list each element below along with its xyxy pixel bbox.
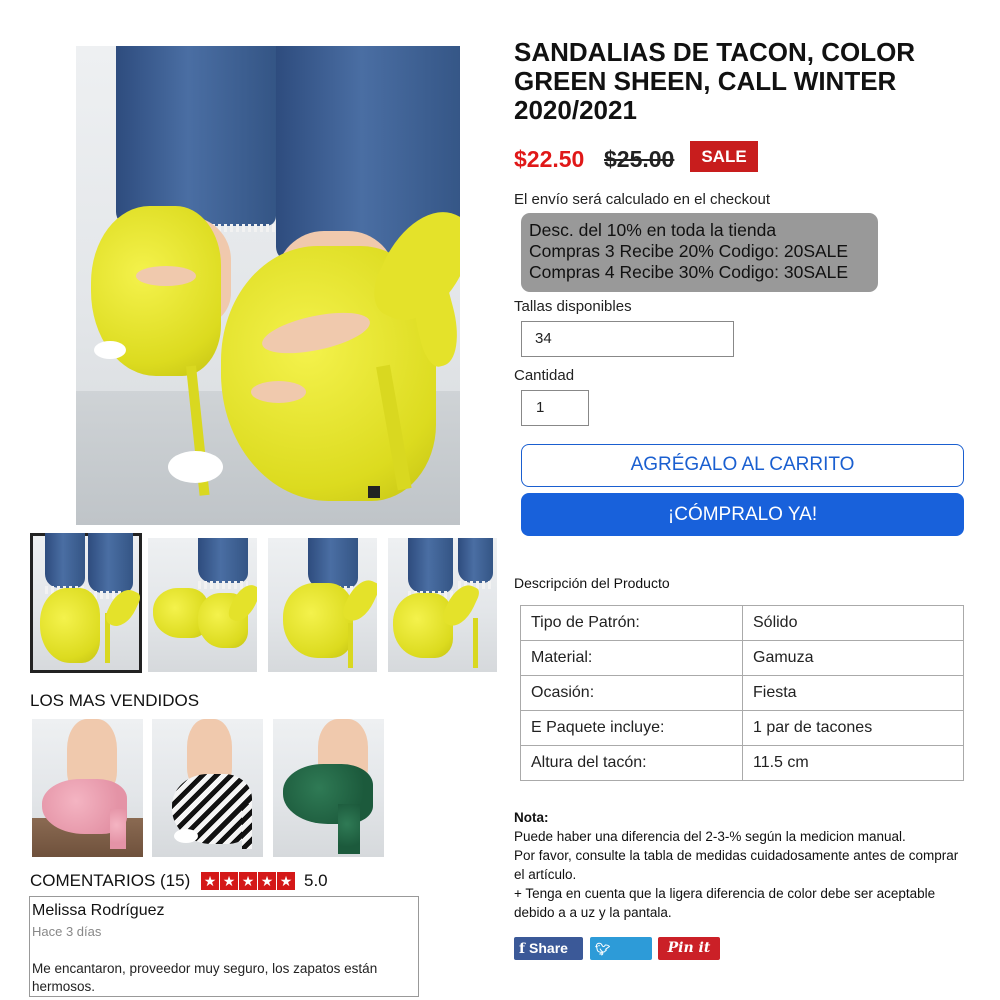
reviews-heading: COMENTARIOS (15): [30, 871, 191, 890]
note-line: + Tenga en cuenta que la ligera diferenc…: [514, 886, 936, 920]
size-select[interactable]: 34: [521, 321, 734, 357]
spec-value: Fiesta: [742, 675, 964, 711]
table-row: Ocasión: Fiesta: [520, 675, 964, 711]
star-icon: ★: [239, 872, 257, 890]
thumbnail-1[interactable]: [30, 533, 142, 673]
review-date: Hace 3 días: [32, 924, 102, 939]
thumbnail-3[interactable]: [268, 538, 377, 672]
rating-value: 5.0: [304, 871, 328, 890]
description-heading: Descripción del Producto: [514, 575, 670, 591]
specs-table: Tipo de Patrón: Sólido Material: Gamuza …: [520, 605, 964, 781]
rating-stars: ★ ★ ★ ★ ★: [201, 872, 295, 890]
note-block: Nota: Puede haber una diferencia del 2-3…: [514, 808, 964, 922]
table-row: Material: Gamuza: [520, 640, 964, 676]
facebook-icon: f: [519, 941, 526, 957]
sizes-label: Tallas disponibles: [514, 298, 632, 315]
buy-now-button[interactable]: ¡CÓMPRALO YA!: [521, 493, 964, 536]
thumbnail-4[interactable]: [388, 538, 497, 672]
review-author: Melissa Rodríguez: [32, 902, 165, 919]
facebook-share-label: Share: [529, 940, 568, 956]
quantity-input[interactable]: 1: [521, 390, 589, 426]
spec-key: Altura del tacón:: [520, 745, 743, 781]
promo-box: Desc. del 10% en toda la tienda Compras …: [521, 213, 878, 292]
facebook-share-button[interactable]: f Share: [514, 937, 583, 960]
note-line: Puede haber una diferencia del 2-3-% seg…: [514, 829, 906, 844]
table-row: Altura del tacón: 11.5 cm: [520, 745, 964, 781]
current-price: $22.50: [514, 146, 585, 172]
spec-value: Gamuza: [742, 640, 964, 676]
star-icon: ★: [201, 872, 219, 890]
best-seller-pink-heel[interactable]: [32, 719, 143, 857]
thumbnail-2[interactable]: [148, 538, 257, 672]
spec-value: 1 par de tacones: [742, 710, 964, 746]
best-sellers-heading: LOS MAS VENDIDOS: [30, 691, 200, 710]
spec-value: Sólido: [742, 605, 964, 641]
spec-key: E Paquete incluye:: [520, 710, 743, 746]
twitter-share-button[interactable]: 🐦︎ Tweet: [590, 937, 652, 980]
review-card: Melissa Rodríguez Hace 3 días Me encanta…: [29, 896, 419, 997]
quantity-label: Cantidad: [514, 367, 575, 384]
product-title: SANDALIAS DE TACON, COLOR GREEN SHEEN, C…: [514, 37, 916, 125]
shipping-note: El envío será calculado en el checkout: [514, 191, 770, 208]
best-seller-green-heel[interactable]: [273, 719, 384, 857]
table-row: Tipo de Patrón: Sólido: [520, 605, 964, 641]
add-to-cart-button[interactable]: AGRÉGALO AL CARRITO: [521, 444, 964, 487]
review-text: Me encantaron, proveedor muy seguro, los…: [32, 961, 378, 994]
note-title: Nota: [514, 810, 544, 825]
spec-key: Ocasión:: [520, 675, 743, 711]
spec-key: Tipo de Patrón:: [520, 605, 743, 641]
best-seller-striped-heel[interactable]: [152, 719, 263, 857]
sale-badge: SALE: [690, 141, 758, 172]
twitter-share-label: Tweet: [590, 964, 629, 980]
twitter-icon: 🐦︎: [595, 942, 611, 956]
promo-line: Compras 3 Recibe 20% Codigo: 20SALE: [529, 241, 849, 261]
main-product-image[interactable]: [76, 46, 460, 525]
original-price: $25.00: [604, 146, 675, 172]
table-row: E Paquete incluye: 1 par de tacones: [520, 710, 964, 746]
spec-key: Material:: [520, 640, 743, 676]
star-icon: ★: [220, 872, 238, 890]
note-line: Por favor, consulte la tabla de medidas …: [514, 848, 959, 882]
promo-line: Compras 4 Recibe 30% Codigo: 30SALE: [529, 262, 849, 282]
pinterest-share-button[interactable]: Pin it: [658, 937, 720, 960]
star-icon: ★: [258, 872, 276, 890]
pinterest-share-label: Pin it: [667, 940, 711, 956]
spec-value: 11.5 cm: [742, 745, 964, 781]
promo-line: Desc. del 10% en toda la tienda: [529, 220, 777, 240]
star-icon: ★: [277, 872, 295, 890]
